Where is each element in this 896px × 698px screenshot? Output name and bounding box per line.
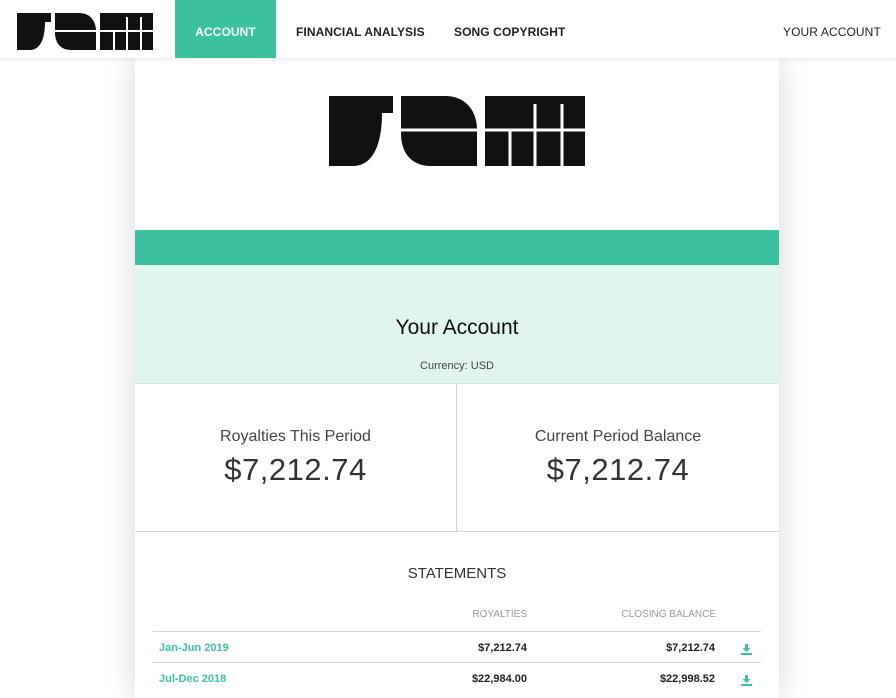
download-icon[interactable] — [741, 642, 752, 660]
tab-account[interactable]: ACCOUNT — [175, 0, 276, 58]
stat-value: $7,212.74 — [546, 452, 690, 487]
page-title: Your Account — [395, 316, 519, 339]
your-account-link[interactable]: YOUR ACCOUNT — [783, 0, 881, 58]
column-header-royalties: ROYALTIES — [472, 609, 527, 620]
statement-row: Jan-Jun 2019 $7,212.74 $7,212.74 — [153, 631, 761, 662]
statement-period-link[interactable]: Jan-Jun 2019 — [159, 642, 229, 654]
statement-closing-balance: $7,212.74 — [666, 642, 715, 654]
royalties-this-period: Royalties This Period $7,212.74 — [135, 384, 457, 532]
tab-song-copyright[interactable]: SONG COPYRIGHT — [454, 0, 565, 58]
download-icon[interactable] — [741, 673, 752, 691]
statement-royalties: $7,212.74 — [478, 642, 527, 654]
statements-title: STATEMENTS — [407, 565, 507, 582]
accent-bar — [135, 230, 779, 265]
vsm-logo-large — [329, 96, 585, 173]
statement-closing-balance: $22,998.52 — [659, 673, 715, 685]
current-period-balance: Current Period Balance $7,212.74 — [457, 384, 779, 532]
statement-royalties: $22,984.00 — [471, 673, 527, 685]
tab-financial-analysis[interactable]: FINANCIAL ANALYSIS — [296, 0, 425, 58]
top-nav: ACCOUNT FINANCIAL ANALYSIS SONG COPYRIGH… — [0, 0, 896, 58]
stat-value: $7,212.74 — [224, 452, 367, 487]
stat-label: Current Period Balance — [534, 428, 702, 445]
statement-row: Jul-Dec 2018 $22,984.00 $22,998.52 — [153, 662, 761, 693]
vsm-logo[interactable] — [17, 13, 153, 56]
stat-label: Royalties This Period — [220, 428, 371, 445]
statement-period-link[interactable]: Jul-Dec 2018 — [159, 673, 226, 685]
column-header-closing-balance: CLOSING BALANCE — [621, 609, 716, 620]
currency-label: Currency: USD — [420, 360, 494, 372]
account-card: Your Account Currency: USD Royalties Thi… — [135, 58, 779, 698]
